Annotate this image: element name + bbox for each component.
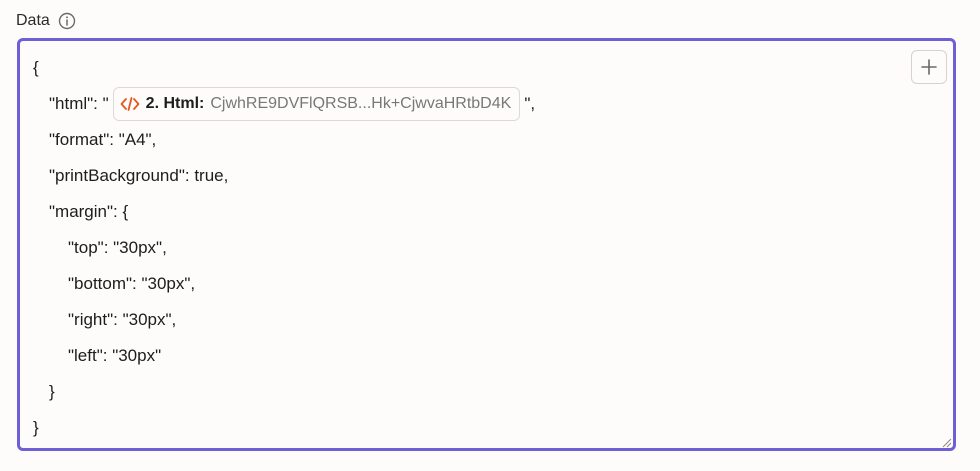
code-line: "format": "A4",	[49, 130, 157, 149]
resize-handle[interactable]	[940, 435, 952, 448]
code-icon	[120, 96, 140, 112]
code-content[interactable]: { "html": " 2. Html: CjwhRE9DVFlQRSB...H…	[33, 50, 535, 446]
pill-step-label: 2. Html:	[145, 95, 205, 112]
resize-grip-icon	[942, 438, 952, 448]
code-line: }	[49, 382, 55, 401]
plus-icon	[921, 59, 937, 75]
field-label: Data	[16, 12, 50, 29]
code-line: "top": "30px",	[68, 238, 167, 257]
code-line: "margin": {	[49, 202, 129, 221]
code-line: }	[33, 418, 39, 437]
field-label-row: Data	[16, 8, 76, 34]
code-line: "printBackground": true,	[49, 166, 229, 185]
info-circle-icon[interactable]	[58, 12, 76, 30]
code-text: ",	[524, 94, 536, 113]
code-line-html: "html": " 2. Html: CjwhRE9DVFlQRSB...Hk+…	[33, 86, 535, 122]
data-editor[interactable]: { "html": " 2. Html: CjwhRE9DVFlQRSB...H…	[17, 38, 956, 451]
code-line: "bottom": "30px",	[68, 274, 196, 293]
code-line: "left": "30px"	[68, 346, 162, 365]
code-line: "right": "30px",	[68, 310, 177, 329]
pill-value: CjwhRE9DVFlQRSB...Hk+CjwvaHRtbD4K	[210, 95, 512, 112]
add-button[interactable]	[911, 50, 947, 84]
code-line: {	[33, 58, 39, 77]
code-text: "html": "	[49, 94, 109, 113]
data-reference-pill[interactable]: 2. Html: CjwhRE9DVFlQRSB...Hk+CjwvaHRtbD…	[112, 87, 521, 121]
